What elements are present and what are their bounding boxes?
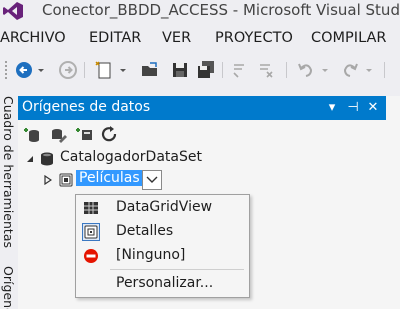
close-icon[interactable]: ✕	[364, 99, 382, 117]
menu-separator	[110, 269, 244, 270]
collapsed-arrow-icon[interactable]	[44, 175, 52, 185]
toolbar-separator	[286, 62, 287, 78]
view-type-dropdown-button[interactable]	[142, 170, 162, 190]
standard-toolbar	[0, 56, 400, 84]
menu-editar[interactable]: EDITAR	[89, 30, 141, 46]
menu-item-personalizar[interactable]: Personalizar...	[76, 272, 249, 296]
menu-proyecto[interactable]: PROYECTO	[215, 30, 293, 46]
menu-item-label: [Ninguno]	[116, 247, 186, 263]
save-all-icon[interactable]	[196, 60, 216, 80]
undo-dropdown-icon[interactable]	[320, 60, 330, 80]
tree-node-table[interactable]: Películas	[18, 170, 168, 190]
table-label[interactable]: Películas	[76, 170, 143, 186]
refresh-icon[interactable]	[100, 126, 120, 144]
toolbar-separator	[222, 62, 223, 78]
menu-archivo[interactable]: ARCHIVO	[0, 30, 66, 46]
title-bar: Conector_BBDD_ACCESS - Microsoft Visual …	[0, 0, 400, 24]
panel-header: Orígenes de datos ▾ ⊣ ✕	[18, 96, 386, 120]
window-position-dropdown-icon[interactable]: ▾	[324, 99, 340, 117]
no-entry-icon	[84, 249, 98, 263]
menu-item-label: Detalles	[116, 223, 174, 239]
configure-dataset-icon[interactable]	[74, 126, 94, 144]
menu-bar: ARCHIVO EDITAR VER PROYECTO COMPILAR	[0, 30, 400, 52]
details-view-icon	[59, 173, 73, 187]
new-project-icon[interactable]	[94, 60, 114, 80]
add-datasource-icon[interactable]	[22, 126, 42, 144]
toolbar-grip[interactable]	[4, 60, 8, 80]
details-view-icon	[82, 223, 100, 241]
view-type-menu: DataGridView Detalles [Ninguno] Personal…	[75, 194, 250, 298]
tree-node-dataset[interactable]: CatalogadorDataSet	[18, 149, 218, 169]
window-title: Conector_BBDD_ACCESS - Microsoft Visual …	[42, 1, 400, 19]
navigate-forward-icon[interactable]	[58, 60, 78, 80]
open-file-icon[interactable]	[140, 60, 160, 80]
datagridview-icon	[84, 202, 98, 214]
datasources-tab[interactable]: Orígenes	[0, 266, 16, 309]
toolbar-separator	[384, 62, 385, 78]
redo-icon[interactable]	[340, 60, 360, 80]
menu-item-label: Personalizar...	[116, 275, 214, 291]
menu-ver[interactable]: VER	[162, 30, 191, 46]
visual-studio-logo-icon	[3, 2, 23, 20]
menu-item-datagridview[interactable]: DataGridView	[76, 196, 249, 220]
uncomment-icon[interactable]	[256, 60, 276, 80]
dataset-icon	[41, 152, 53, 166]
menu-item-label: DataGridView	[116, 199, 213, 215]
new-project-dropdown-icon[interactable]	[118, 60, 128, 80]
menu-compilar[interactable]: COMPILAR	[311, 30, 386, 46]
back-dropdown-icon[interactable]	[36, 60, 46, 80]
dataset-label: CatalogadorDataSet	[60, 149, 202, 165]
menu-item-ninguno[interactable]: [Ninguno]	[76, 244, 249, 268]
menu-item-detalles[interactable]: Detalles	[76, 220, 249, 244]
comment-out-icon[interactable]	[230, 60, 250, 80]
redo-dropdown-icon[interactable]	[364, 60, 374, 80]
expanded-arrow-icon[interactable]	[26, 155, 34, 163]
navigate-back-icon[interactable]	[14, 60, 34, 80]
toolbar-separator	[84, 62, 85, 78]
save-icon[interactable]	[170, 60, 190, 80]
chevron-down-icon	[146, 176, 158, 183]
left-tool-strip: Cuadro de herramientas Orígenes	[0, 92, 16, 309]
pin-icon[interactable]: ⊣	[344, 99, 362, 117]
panel-title: Orígenes de datos	[22, 99, 151, 115]
undo-icon[interactable]	[296, 60, 316, 80]
toolbox-tab[interactable]: Cuadro de herramientas	[0, 96, 16, 248]
edit-dataset-designer-icon[interactable]	[48, 126, 68, 144]
